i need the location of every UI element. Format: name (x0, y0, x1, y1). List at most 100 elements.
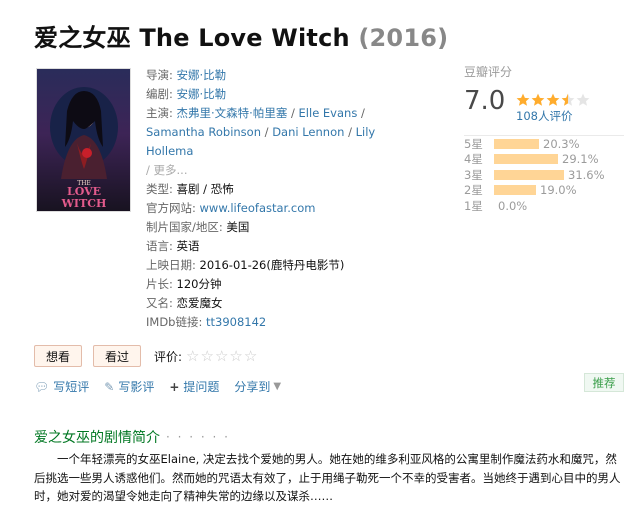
rating-bar (494, 138, 539, 149)
rate-star-icon[interactable]: ☆ (215, 349, 228, 364)
write-review-label: 写影评 (118, 380, 155, 394)
language-row: 语言: 英语 (146, 237, 408, 256)
director-label: 导演: (146, 68, 173, 82)
genre-row: 类型: 喜剧 / 恐怖 (146, 180, 408, 199)
rating-bar (494, 169, 564, 180)
rating-bar (494, 154, 558, 165)
release-row: 上映日期: 2016-01-26(鹿特丹电影节) (146, 256, 408, 275)
movie-year: (2016) (358, 24, 449, 52)
genre-label: 类型: (146, 182, 173, 196)
rate-stars[interactable]: ☆ ☆ ☆ ☆ ☆ (186, 349, 257, 364)
want-to-watch-button[interactable]: 想看 (34, 345, 82, 367)
country-label: 制片国家/地区: (146, 220, 223, 234)
share-dropdown[interactable]: 分享到 ▼ (234, 378, 281, 395)
cast-more-text[interactable]: 更多... (154, 163, 188, 177)
action-bar: 想看 看过 评价: ☆ ☆ ☆ ☆ ☆ (34, 345, 257, 367)
summary-heading: 爱之女巫的剧情简介 · · · · · · (34, 427, 230, 447)
rating-star-icon (546, 93, 560, 106)
write-short-review-label: 写短评 (53, 380, 90, 394)
summary-title: 爱之女巫的剧情简介 (34, 430, 160, 446)
rating-panel: 豆瓣评分 7.0 108人评价 5星 20.3% 4星 29.1% 3星 31.6% 2星 1… (464, 63, 624, 213)
runtime-label: 片长: (146, 277, 173, 291)
aka-label: 又名: (146, 296, 173, 310)
rating-bar (494, 185, 536, 196)
page-title: 爱之女巫 The Love Witch (2016) (34, 18, 448, 53)
ask-question-link[interactable]: + 提问题 (169, 378, 219, 395)
cast-label: 主演: (146, 106, 173, 120)
imdb-link[interactable]: tt3908142 (206, 315, 266, 329)
rating-star-icon (561, 93, 575, 106)
rating-header: 豆瓣评分 (464, 65, 513, 79)
write-review-link[interactable]: ✎ 写影评 (104, 378, 154, 395)
movie-name: 爱之女巫 The Love Witch (34, 24, 350, 52)
movie-poster[interactable]: THE LOVE WITCH (36, 68, 131, 212)
speech-bubble-icon: 💬︎ (34, 379, 50, 394)
language-value: 英语 (176, 239, 200, 253)
secondary-links: 💬︎ 写短评 ✎ 写影评 + 提问题 分享到 ▼ (34, 378, 296, 395)
ask-question-label: 提问题 (183, 380, 220, 394)
rate-star-icon[interactable]: ☆ (244, 349, 257, 364)
cast-link[interactable]: Elle Evans (299, 106, 358, 120)
writer-link[interactable]: 安娜·比勒 (177, 87, 227, 101)
official-site-link[interactable]: www.lifeofastar.com (200, 201, 316, 215)
rating-star-icon (576, 93, 590, 106)
rating-score: 7.0 (464, 86, 506, 116)
release-label: 上映日期: (146, 258, 196, 272)
writer-label: 编剧: (146, 87, 173, 101)
runtime-row: 片长: 120分钟 (146, 275, 408, 294)
cast-link[interactable]: 杰弗里·文森特·帕里塞 (177, 106, 288, 120)
rating-stars (516, 93, 590, 107)
rating-bar-row: 5星 20.3% (464, 136, 634, 152)
site-label: 官方网站: (146, 201, 196, 215)
cast-row: 主演: 杰弗里·文森特·帕里塞 / Elle Evans / Samantha … (146, 106, 376, 177)
writer-row: 编剧: 安娜·比勒 (146, 85, 408, 104)
rating-star-icon (516, 93, 530, 106)
rating-level-label: 4星 (464, 152, 483, 167)
genre-value: 喜剧 / 恐怖 (176, 182, 234, 196)
summary-text: 一个年轻漂亮的女巫Elaine, 决定去找个爱她的男人。她在她的维多利亚风格的公… (34, 452, 621, 503)
rating-star-icon (531, 93, 545, 106)
rating-bar-row: 4星 29.1% (464, 152, 634, 168)
rate-star-icon[interactable]: ☆ (229, 349, 242, 364)
rating-level-label: 1星 (464, 198, 483, 213)
chevron-down-icon: ▼ (273, 381, 282, 392)
movie-info: 导演: 安娜·比勒 编剧: 安娜·比勒 主演: 杰弗里·文森特·帕里塞 / El… (146, 66, 408, 332)
rating-percent: 0.0% (498, 198, 528, 213)
write-short-review-link[interactable]: 💬︎ 写短评 (34, 378, 89, 395)
imdb-label: IMDb链接: (146, 315, 203, 329)
cast-more-link[interactable]: / 更多... (146, 163, 188, 177)
director-link[interactable]: 安娜·比勒 (177, 68, 227, 82)
director-row: 导演: 安娜·比勒 (146, 66, 408, 85)
rating-level-label: 2星 (464, 183, 483, 198)
release-value: 2016-01-26(鹿特丹电影节) (199, 258, 345, 272)
rating-level-label: 5星 (464, 136, 483, 151)
site-row: 官方网站: www.lifeofastar.com (146, 199, 408, 218)
language-label: 语言: (146, 239, 173, 253)
share-label: 分享到 (234, 380, 271, 394)
rate-label: 评价: (154, 349, 183, 364)
rating-percent: 20.3% (543, 136, 580, 151)
imdb-row: IMDb链接: tt3908142 (146, 313, 408, 332)
rating-bar-row: 2星 19.0% (464, 183, 634, 199)
country-value: 美国 (226, 220, 250, 234)
cast-link[interactable]: Dani Lennon (272, 125, 344, 139)
rating-bar-row: 3星 31.6% (464, 167, 634, 183)
recommend-button[interactable]: 推荐 (584, 373, 624, 392)
rate-star-icon[interactable]: ☆ (186, 349, 199, 364)
pencil-icon: ✎ (104, 379, 115, 394)
poster-title-line3: WITCH (61, 197, 107, 210)
cast-link[interactable]: Samantha Robinson (146, 125, 261, 139)
summary-dots: · · · · · · (166, 430, 230, 444)
rating-summary: 7.0 108人评价 (464, 86, 624, 124)
rating-percent: 31.6% (568, 167, 605, 182)
watched-button[interactable]: 看过 (93, 345, 141, 367)
rating-votes-link[interactable]: 108人评价 (516, 108, 572, 124)
rate-star-icon[interactable]: ☆ (201, 349, 214, 364)
plus-icon: + (169, 379, 180, 394)
rating-percent: 19.0% (540, 183, 577, 198)
aka-row: 又名: 恋爱魔女 (146, 294, 408, 313)
runtime-value: 120分钟 (176, 277, 222, 291)
rating-bar-row: 1星 0.0% (464, 198, 634, 214)
rating-distribution: 5星 20.3% 4星 29.1% 3星 31.6% 2星 19.0% 1星 0.0% (464, 136, 634, 214)
rating-level-label: 3星 (464, 167, 483, 182)
